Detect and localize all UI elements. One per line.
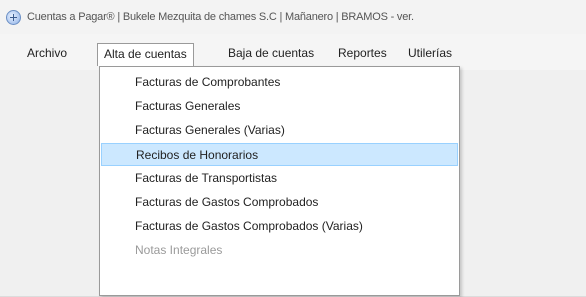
menu-item-facturas-gastos-comprobados-varias[interactable]: Facturas de Gastos Comprobados (Varias) <box>101 215 458 238</box>
menu-item-recibos-honorarios[interactable]: Recibos de Honorarios <box>101 143 458 166</box>
menu-reportes[interactable]: Reportes <box>332 43 393 64</box>
window-title: Cuentas a Pagar® | Bukele Mezquita de ch… <box>27 11 414 23</box>
menu-utilerias[interactable]: Utilerías <box>402 43 458 64</box>
menu-item-facturas-transportistas[interactable]: Facturas de Transportistas <box>101 167 458 190</box>
menu-item-facturas-comprobantes[interactable]: Facturas de Comprobantes <box>101 71 458 94</box>
alta-de-cuentas-dropdown: Facturas de Comprobantes Facturas Genera… <box>99 66 460 296</box>
menu-archivo[interactable]: Archivo <box>21 43 73 64</box>
app-icon <box>6 9 21 25</box>
menu-item-facturas-generales-varias[interactable]: Facturas Generales (Varias) <box>101 119 458 142</box>
title-bar: Cuentas a Pagar® | Bukele Mezquita de ch… <box>0 0 586 35</box>
menu-item-facturas-generales[interactable]: Facturas Generales <box>101 95 458 118</box>
menu-item-notas-integrales: Notas Integrales <box>135 243 223 257</box>
menu-baja-de-cuentas[interactable]: Baja de cuentas <box>222 43 320 64</box>
menu-alta-de-cuentas[interactable]: Alta de cuentas <box>97 43 194 66</box>
menu-bar: Archivo Alta de cuentas Baja de cuentas … <box>0 34 586 70</box>
menu-item-facturas-gastos-comprobados[interactable]: Facturas de Gastos Comprobados <box>101 191 458 214</box>
